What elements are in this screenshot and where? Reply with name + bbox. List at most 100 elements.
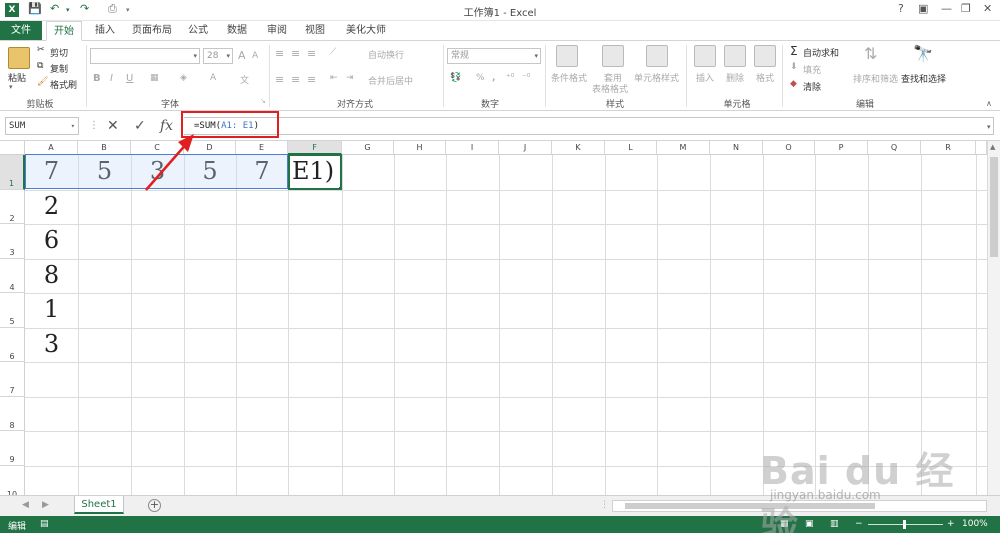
cell-A1[interactable]: 7 [25,155,78,190]
cell-A2[interactable]: 2 [25,190,78,224]
conditional-format-icon[interactable] [556,45,578,67]
row-header[interactable]: 6 [0,328,25,362]
find-select-button[interactable]: 查找和选择 [901,72,946,85]
format-cells-button[interactable]: 格式 [756,71,774,84]
tab-insert[interactable]: 插入 [90,21,120,41]
page-layout-view-icon[interactable]: ▣ [805,519,814,529]
cell-styles-button[interactable]: 单元格样式 [634,71,679,84]
cell-A4[interactable]: 8 [25,259,78,293]
paste-dropdown-icon[interactable]: ▾ [9,83,13,91]
expand-formula-bar-icon[interactable]: ▾ [987,123,991,131]
scroll-up-icon[interactable]: ▲ [990,143,995,151]
underline-button[interactable]: U [126,73,133,84]
align-middle-icon[interactable]: ≡ [291,47,300,60]
add-sheet-button[interactable]: + [148,499,161,512]
column-header[interactable]: P [815,141,868,155]
format-as-table-icon[interactable] [602,45,624,67]
column-header[interactable]: A [25,141,78,155]
column-header[interactable]: L [605,141,657,155]
collapse-ribbon-icon[interactable]: ∧ [986,99,992,108]
row-header[interactable]: 9 [0,431,25,466]
column-header[interactable]: O [763,141,815,155]
number-format-combo[interactable]: 常规 ▾ [447,48,541,64]
macro-record-icon[interactable]: ▤ [40,519,49,529]
horizontal-scroll-thumb[interactable] [625,503,875,509]
zoom-level[interactable]: 100% [962,519,988,529]
fill-handle[interactable] [338,186,340,188]
copy-button[interactable]: 复制 [50,62,68,75]
prev-sheet-icon[interactable]: ◀ [22,500,29,510]
vertical-scrollbar[interactable]: ▲ [987,141,1000,495]
border-icon[interactable]: ▦ [150,73,159,83]
tab-file[interactable]: 文件 [0,21,42,41]
tab-view[interactable]: 视图 [300,21,330,41]
autosum-icon[interactable]: Σ [790,44,798,58]
column-header[interactable]: G [342,141,394,155]
close-icon[interactable]: ✕ [983,2,992,15]
tab-split-icon[interactable]: ⋮ [600,500,609,510]
column-header[interactable]: M [657,141,710,155]
row-header[interactable]: 3 [0,224,25,259]
column-header[interactable]: B [78,141,131,155]
delete-cells-icon[interactable] [724,45,746,67]
column-header[interactable]: H [394,141,446,155]
tab-page-layout[interactable]: 页面布局 [128,21,176,41]
help-icon[interactable]: ? [898,2,904,15]
format-cells-icon[interactable] [754,45,776,67]
row-header[interactable]: 5 [0,293,25,328]
find-select-icon[interactable]: 🔭 [913,44,933,63]
column-header[interactable]: F [288,141,342,155]
cut-icon[interactable]: ✂ [37,45,45,55]
restore-icon[interactable]: ❐ [961,2,971,15]
horizontal-scrollbar[interactable] [612,500,987,512]
sort-filter-button[interactable]: 排序和筛选 [853,72,898,85]
cell-A5[interactable]: 1 [25,293,78,328]
row-header[interactable]: 7 [0,362,25,397]
orientation-icon[interactable]: ⟋ [330,47,336,57]
font-dialog-launcher-icon[interactable]: ↘ [260,97,266,105]
indent-icon[interactable]: ⇤ [330,73,338,83]
tab-data[interactable]: 数据 [222,21,252,41]
tab-home[interactable]: 开始 [46,21,82,41]
cut-button[interactable]: 剪切 [50,46,68,59]
cell-B1[interactable]: 5 [78,155,131,190]
outdent-icon[interactable]: ⇥ [346,73,354,83]
currency-icon[interactable]: 💱 [450,73,461,83]
merge-center-button[interactable]: 合并后居中 [368,74,413,87]
comma-button[interactable]: , [492,73,495,83]
tab-beautify-master[interactable]: 美化大师 [340,21,392,41]
page-break-view-icon[interactable]: ▥ [830,519,839,529]
minimize-icon[interactable]: — [941,2,952,15]
fill-button[interactable]: 填充 [803,63,821,76]
percent-button[interactable]: % [476,73,485,83]
cell-A3[interactable]: 6 [25,224,78,259]
zoom-slider-thumb[interactable] [903,520,906,529]
active-cell-F1[interactable]: E1) [288,154,342,190]
formula-input[interactable]: =SUM(A1: E1) [184,117,994,135]
wrap-text-button[interactable]: 自动换行 [368,48,404,61]
format-as-table-line2[interactable]: 表格格式 [592,82,628,95]
delete-cells-button[interactable]: 删除 [726,71,744,84]
align-right-icon[interactable]: ≡ [307,73,316,86]
grow-font-button[interactable]: A [238,49,246,62]
column-header[interactable] [976,141,987,155]
font-color-icon[interactable]: A [210,73,216,83]
paste-icon[interactable] [8,47,30,69]
clear-icon[interactable]: ◆ [790,79,797,89]
insert-cells-button[interactable]: 插入 [696,71,714,84]
name-box[interactable]: SUM ▾ [5,117,79,135]
cancel-button[interactable]: ✕ [107,118,119,134]
increase-decimal-icon[interactable]: ⁺⁰ [506,73,514,83]
format-painter-icon[interactable]: 🖌 [37,77,48,87]
autosum-button[interactable]: 自动求和 [803,46,839,59]
row-header[interactable]: 2 [0,190,25,224]
next-sheet-icon[interactable]: ▶ [42,500,49,510]
ribbon-display-icon[interactable]: ▣ [918,2,928,15]
row-header[interactable]: 4 [0,259,25,293]
row-header[interactable]: 1 [0,155,25,190]
zoom-in-icon[interactable]: + [947,519,955,529]
conditional-format-button[interactable]: 条件格式 [551,71,587,84]
italic-button[interactable]: I [110,73,113,84]
row-header[interactable]: 8 [0,397,25,431]
insert-cells-icon[interactable] [694,45,716,67]
